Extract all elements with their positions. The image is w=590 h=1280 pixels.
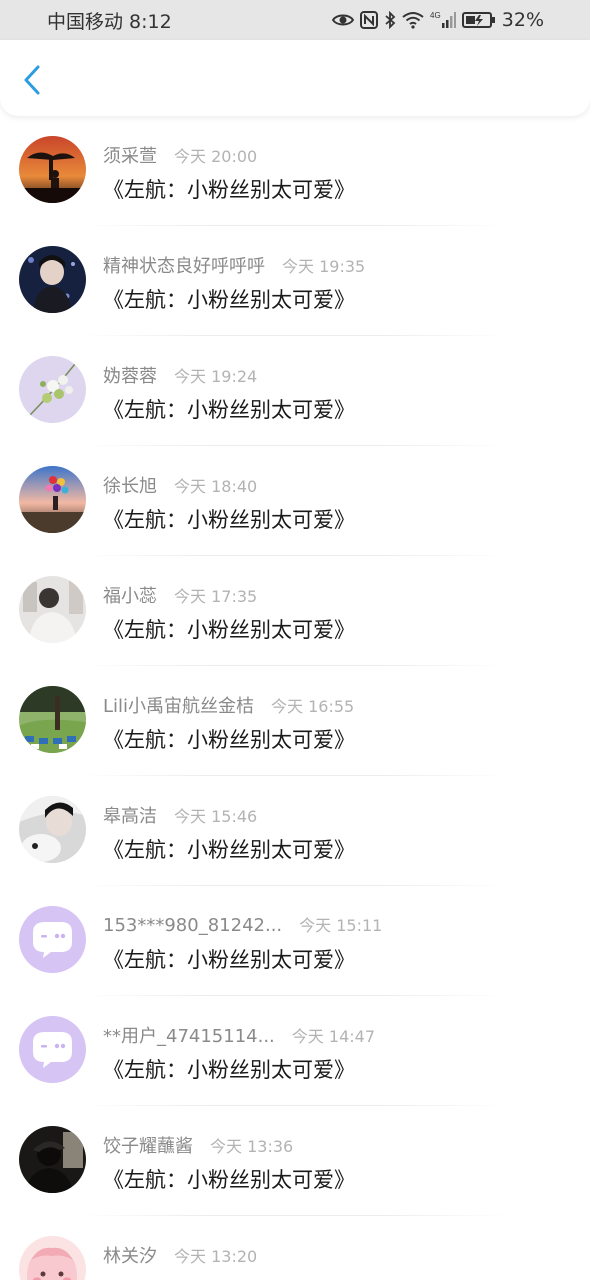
- back-button[interactable]: [16, 62, 48, 98]
- eye-icon: [331, 14, 354, 26]
- timestamp: 今天 14:47: [291, 1027, 375, 1046]
- avatar[interactable]: [19, 906, 86, 973]
- timestamp: 今天 13:36: [210, 1137, 294, 1156]
- avatar[interactable]: [19, 1126, 86, 1193]
- timestamp: 今天 17:35: [174, 587, 258, 606]
- list-item[interactable]: 须采萱 今天 20:00 《左航：小粉丝别太可爱》: [0, 116, 590, 226]
- nfc-icon: [359, 11, 378, 29]
- username[interactable]: 皋高洁: [103, 802, 157, 828]
- username[interactable]: 徐长旭: [103, 472, 157, 498]
- chevron-left-icon: [24, 65, 40, 95]
- comment-text: 《左航：小粉丝别太可爱》: [103, 948, 355, 972]
- comment-text: 《左航：小粉丝别太可爱》: [103, 398, 355, 422]
- avatar[interactable]: [19, 1236, 86, 1280]
- list-item[interactable]: 林关汐 今天 13:20: [0, 1216, 590, 1280]
- list-item[interactable]: **用户_47415114... 今天 14:47 《左航：小粉丝别太可爱》: [0, 996, 590, 1106]
- timestamp: 今天 15:46: [174, 807, 258, 826]
- comment-text: 《左航：小粉丝别太可爱》: [103, 728, 355, 752]
- comment-list[interactable]: 须采萱 今天 20:00 《左航：小粉丝别太可爱》 精神状态良好呼呼呼 今天 19:…: [0, 116, 590, 1280]
- list-item[interactable]: 饺子耀蘸酱 今天 13:36 《左航：小粉丝别太可爱》: [0, 1106, 590, 1216]
- comment-text: 《左航：小粉丝别太可爱》: [103, 1058, 355, 1082]
- username[interactable]: 饺子耀蘸酱: [103, 1132, 193, 1158]
- list-item[interactable]: 福小蕊 今天 17:35 《左航：小粉丝别太可爱》: [0, 556, 590, 666]
- default-avatar-icon: [19, 906, 86, 973]
- username[interactable]: 153***980_81242...: [103, 915, 282, 936]
- list-item[interactable]: 153***980_81242... 今天 15:11 《左航：小粉丝别太可爱》: [0, 886, 590, 996]
- comment-text: 《左航：小粉丝别太可爱》: [103, 178, 355, 202]
- wifi-icon: [402, 12, 424, 29]
- battery-icon: [461, 12, 495, 28]
- comment-text: 《左航：小粉丝别太可爱》: [103, 838, 355, 862]
- avatar[interactable]: [19, 356, 86, 423]
- avatar[interactable]: [19, 796, 86, 863]
- list-item[interactable]: 皋高洁 今天 15:46 《左航：小粉丝别太可爱》: [0, 776, 590, 886]
- username[interactable]: 妫蓉蓉: [103, 362, 157, 388]
- avatar[interactable]: [19, 576, 86, 643]
- username[interactable]: 林关汐: [103, 1242, 157, 1268]
- default-avatar-icon: [19, 1016, 86, 1083]
- signal-icon: 4G: [430, 11, 456, 28]
- timestamp: 今天 19:35: [282, 257, 366, 276]
- bluetooth-icon: [385, 11, 396, 29]
- timestamp: 今天 18:40: [174, 477, 258, 496]
- avatar[interactable]: [19, 466, 86, 533]
- comment-text: 《左航：小粉丝别太可爱》: [103, 618, 355, 642]
- timestamp: 今天 16:55: [271, 697, 355, 716]
- list-item[interactable]: 精神状态良好呼呼呼 今天 19:35 《左航：小粉丝别太可爱》: [0, 226, 590, 336]
- list-item[interactable]: 徐长旭 今天 18:40 《左航：小粉丝别太可爱》: [0, 446, 590, 556]
- network-label: 4G: [430, 11, 441, 20]
- timestamp: 今天 20:00: [174, 147, 258, 166]
- username[interactable]: 精神状态良好呼呼呼: [103, 252, 265, 278]
- list-item[interactable]: Lili小禹宙航丝金桔 今天 16:55 《左航：小粉丝别太可爱》: [0, 666, 590, 776]
- username[interactable]: Lili小禹宙航丝金桔: [103, 692, 254, 718]
- battery-percent: 32%: [501, 9, 544, 31]
- timestamp: 今天 15:11: [299, 916, 383, 935]
- list-item[interactable]: 妫蓉蓉 今天 19:24 《左航：小粉丝别太可爱》: [0, 336, 590, 446]
- avatar[interactable]: [19, 1016, 86, 1083]
- comment-text: 《左航：小粉丝别太可爱》: [103, 1168, 355, 1192]
- status-bar: 中国移动 8:12 4G 32%: [0, 0, 590, 40]
- status-icons: 4G 32%: [331, 9, 544, 31]
- avatar[interactable]: [19, 686, 86, 753]
- timestamp: 今天 13:20: [174, 1247, 258, 1266]
- nav-bar: [0, 40, 590, 116]
- comment-text: 《左航：小粉丝别太可爱》: [103, 508, 355, 532]
- username[interactable]: 须采萱: [103, 142, 157, 168]
- carrier-time: 中国移动 8:12: [47, 10, 172, 33]
- avatar[interactable]: [19, 246, 86, 313]
- username[interactable]: **用户_47415114...: [103, 1022, 275, 1048]
- timestamp: 今天 19:24: [174, 367, 258, 386]
- username[interactable]: 福小蕊: [103, 582, 157, 608]
- comment-text: 《左航：小粉丝别太可爱》: [103, 288, 355, 312]
- avatar[interactable]: [19, 136, 86, 203]
